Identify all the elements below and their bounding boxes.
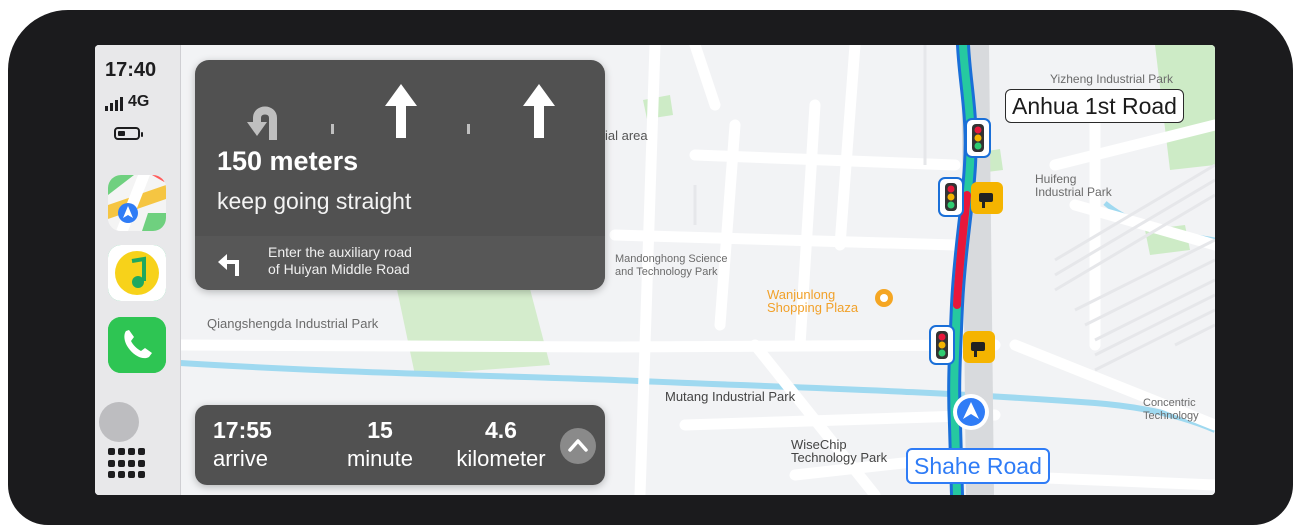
road-sign-anhua: Anhua 1st Road [1005, 89, 1184, 123]
traffic-light-icon [929, 325, 955, 365]
music-icon [108, 245, 166, 301]
traffic-light-icon [938, 177, 964, 217]
app-grid-button[interactable] [108, 448, 145, 480]
next-step-row[interactable]: Enter the auxiliary road of Huiyan Middl… [195, 236, 605, 290]
lane-divider [467, 124, 470, 134]
map-label-mandong: Mandonghong Science and Technology Park [615, 253, 728, 278]
straight-arrow-icon [385, 84, 417, 138]
map-label-yizheng: Yizheng Industrial Park [1050, 72, 1173, 86]
status-network: 4G [105, 93, 149, 111]
phone-app-button[interactable] [108, 317, 166, 373]
maps-icon [108, 175, 166, 231]
maneuver-primary: 150 meters keep going straight [195, 60, 605, 236]
map-label-wisechip: WiseChip Technology Park [791, 437, 888, 465]
map-label-area: ial area [605, 128, 648, 143]
u-turn-left-icon [247, 106, 277, 140]
battery-icon [114, 127, 143, 140]
turn-left-icon [218, 254, 239, 276]
lane-divider [331, 124, 334, 134]
chevron-up-icon [568, 439, 588, 452]
trip-distance: 4.6 kilometer [456, 417, 546, 471]
map-label-huifeng: Huifeng Industrial Park [1035, 172, 1112, 199]
traffic-light-icon [965, 118, 991, 158]
carplay-sidebar: 17:40 4G [95, 45, 181, 495]
phone-icon [108, 317, 166, 373]
map-label-qiangshengda: Qiangshengda Industrial Park [207, 316, 379, 331]
speed-camera-icon [971, 182, 1003, 214]
road-sign-shahe: Shahe Road [906, 448, 1050, 484]
trip-duration: 15 minute [346, 417, 414, 471]
next-step-text: Enter the auxiliary road of Huiyan Middl… [268, 244, 412, 277]
speed-camera-icon [963, 331, 995, 363]
status-time: 17:40 [105, 59, 157, 81]
expand-trip-button[interactable] [560, 428, 596, 464]
music-app-button[interactable] [108, 245, 166, 301]
arrival-time: 17:55 arrive [213, 417, 272, 471]
signal-bars-icon [105, 97, 123, 111]
straight-arrow-icon [523, 84, 555, 138]
maneuver-card: 150 meters keep going straight Enter the… [195, 60, 605, 290]
current-location-icon [953, 394, 989, 430]
maps-app-button[interactable] [108, 175, 166, 231]
map-label-wanjunlong: Wanjunlong Shopping Plaza [767, 287, 859, 315]
map-label-concentric: Concentric Technology [1143, 397, 1199, 422]
maneuver-distance: 150 meters [217, 146, 359, 176]
app-placeholder-icon [99, 402, 139, 442]
trip-summary-card[interactable]: 17:55 arrive 15 minute 4.6 kilometer [195, 405, 605, 485]
maneuver-instruction: keep going straight [217, 188, 412, 214]
map-label-mutang: Mutang Industrial Park [665, 389, 796, 404]
